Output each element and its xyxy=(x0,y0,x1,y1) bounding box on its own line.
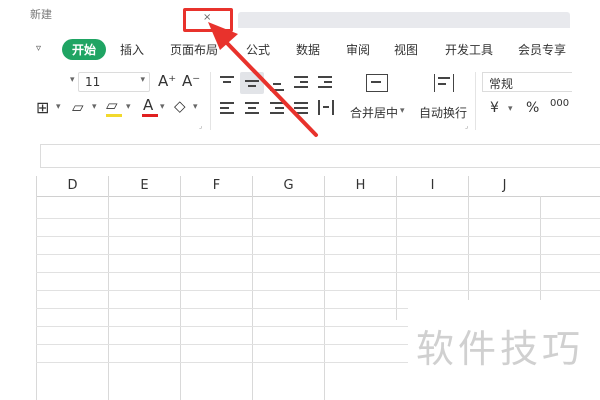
thousands-separator-button[interactable]: 000 xyxy=(550,98,569,109)
tab-data[interactable]: 数据 xyxy=(296,41,320,58)
column-header-h[interactable]: H xyxy=(324,176,396,196)
eraser-dropdown-icon[interactable]: ▾ xyxy=(193,102,198,112)
wrap-text-icon[interactable] xyxy=(434,74,454,92)
cell-style-icon[interactable]: ▱ xyxy=(72,98,84,116)
group-divider xyxy=(475,72,476,130)
distributed-align-icon[interactable] xyxy=(318,100,334,115)
grid-line xyxy=(180,196,181,400)
font-size-value: 11 xyxy=(85,75,101,89)
grid-line xyxy=(36,344,408,345)
align-middle-icon[interactable] xyxy=(245,78,259,90)
column-header-g[interactable]: G xyxy=(252,176,324,196)
merge-center-button[interactable]: 合并居中 xyxy=(350,104,398,121)
column-header-i[interactable]: I xyxy=(396,176,468,196)
watermark: 软件技巧 xyxy=(408,300,600,400)
menu-dropdown-icon[interactable]: ▿ xyxy=(36,43,41,54)
eraser-icon[interactable]: ◇ xyxy=(174,97,186,115)
justify-icon[interactable] xyxy=(294,102,308,114)
group-divider xyxy=(210,72,211,130)
grow-font-button[interactable]: A⁺ xyxy=(158,72,176,90)
grid-line xyxy=(36,272,600,273)
column-header-d[interactable]: D xyxy=(36,176,108,196)
column-header-f[interactable]: F xyxy=(180,176,252,196)
align-right-icon[interactable] xyxy=(270,102,284,114)
grid-line xyxy=(36,326,408,327)
grid-line xyxy=(36,218,600,219)
tab-member[interactable]: 会员专享 xyxy=(518,41,566,58)
tab-formulas[interactable]: 公式 xyxy=(246,41,270,58)
increase-indent-icon[interactable] xyxy=(318,76,332,88)
font-color-swatch xyxy=(142,114,158,117)
grid-line xyxy=(108,196,109,400)
document-title-fragment: 新建 xyxy=(30,8,52,21)
ribbon-tab-bar: ▿ 开始 插入 页面布局 公式 数据 审阅 视图 开发工具 会员专享 xyxy=(0,37,600,63)
column-header-j[interactable]: J xyxy=(468,176,540,196)
font-group-launcher-icon[interactable]: ⌟ xyxy=(199,122,202,130)
border-dropdown-icon[interactable]: ▾ xyxy=(56,102,61,112)
tab-review[interactable]: 审阅 xyxy=(346,41,370,58)
merge-dropdown-icon[interactable]: ▾ xyxy=(400,106,405,116)
tab-view[interactable]: 视图 xyxy=(394,41,418,58)
formula-bar-input[interactable] xyxy=(40,144,600,168)
column-header-e[interactable]: E xyxy=(108,176,180,196)
fill-color-icon[interactable]: ▱ xyxy=(106,96,118,114)
border-icon[interactable]: ⊞ xyxy=(36,98,49,117)
align-bottom-icon[interactable] xyxy=(270,80,284,92)
currency-dropdown-icon[interactable]: ▾ xyxy=(508,104,513,114)
currency-format-button[interactable]: ¥ xyxy=(490,100,499,116)
fill-dropdown-icon[interactable]: ▾ xyxy=(126,102,131,112)
align-top-icon[interactable] xyxy=(220,76,234,88)
percent-format-button[interactable]: % xyxy=(526,100,539,116)
decrease-indent-icon[interactable] xyxy=(294,76,308,88)
shrink-font-button[interactable]: A⁻ xyxy=(182,72,200,90)
grid-line xyxy=(252,196,253,400)
font-color-icon[interactable]: A xyxy=(143,96,153,114)
alignment-group-launcher-icon[interactable]: ⌟ xyxy=(465,122,468,130)
close-icon[interactable]: × xyxy=(203,12,211,23)
grid-line xyxy=(36,236,600,237)
number-format-select[interactable]: 常规 xyxy=(482,72,572,92)
merge-cells-icon[interactable] xyxy=(366,74,388,92)
fill-color-swatch xyxy=(106,114,122,117)
header-divider xyxy=(36,196,600,197)
font-color-dropdown-icon[interactable]: ▾ xyxy=(160,102,165,112)
grid-line xyxy=(36,362,408,363)
title-bar: 新建 xyxy=(0,0,600,30)
tab-developer[interactable]: 开发工具 xyxy=(445,41,493,58)
highlighted-close-button[interactable]: × xyxy=(183,8,233,32)
grid-line xyxy=(324,196,325,400)
grid-line xyxy=(36,196,37,400)
watermark-text: 软件技巧 xyxy=(416,327,585,371)
tab-page-layout[interactable]: 页面布局 xyxy=(170,41,218,58)
wrap-text-button[interactable]: 自动换行 xyxy=(419,104,467,121)
cell-style-dropdown-icon[interactable]: ▾ xyxy=(92,102,97,112)
font-name-dropdown-icon[interactable]: ▾ xyxy=(70,75,75,85)
document-tab-strip[interactable] xyxy=(238,12,570,28)
tab-home[interactable]: 开始 xyxy=(62,39,107,60)
tab-insert[interactable]: 插入 xyxy=(120,41,144,58)
align-left-icon[interactable] xyxy=(220,102,234,114)
align-center-icon[interactable] xyxy=(245,102,259,114)
number-format-value: 常规 xyxy=(489,77,514,91)
chevron-down-icon: ▾ xyxy=(140,75,145,85)
grid-line xyxy=(36,254,600,255)
font-size-select[interactable]: 11 ▾ xyxy=(78,72,150,92)
grid-line xyxy=(36,290,600,291)
grid-line xyxy=(396,196,397,320)
